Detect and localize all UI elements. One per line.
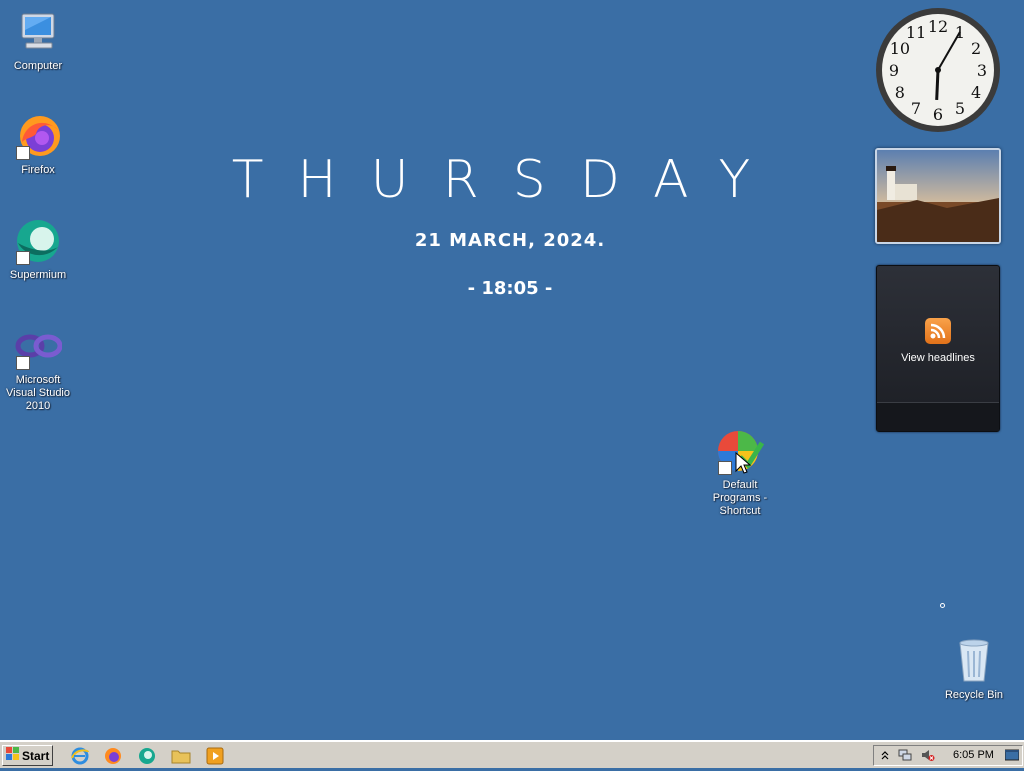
- default-programs-icon: [716, 427, 765, 475]
- desktop-icon-label: Computer: [13, 60, 63, 72]
- desktop-icon-label: Firefox: [21, 164, 55, 176]
- rss-icon: [925, 318, 951, 344]
- folder-icon[interactable]: [171, 746, 191, 766]
- feed-headlines-gadget[interactable]: View headlines: [876, 265, 1000, 432]
- clock-numeral: 3: [977, 61, 987, 80]
- slideshow-gadget[interactable]: [875, 148, 1001, 244]
- clock-numeral: 4: [971, 83, 981, 102]
- feed-footer: [877, 402, 999, 431]
- shortcut-arrow-icon: [16, 146, 30, 160]
- time-text: - 18:05 -: [467, 278, 553, 299]
- day-of-week-text: THURSDAY: [231, 150, 785, 210]
- desktop-icon-label: Recycle Bin: [944, 689, 1004, 701]
- clock-numeral: 9: [889, 61, 899, 80]
- shortcut-arrow-icon: [718, 461, 732, 475]
- show-desktop-icon[interactable]: [1004, 748, 1020, 762]
- network-icon[interactable]: [898, 748, 912, 762]
- start-label: Start: [22, 748, 50, 763]
- desktop-icon-computer[interactable]: Computer: [0, 8, 76, 73]
- desktop-icon-label: Supermium: [9, 269, 67, 281]
- desktop-icon-visual-studio[interactable]: Microsoft Visual Studio 2010: [0, 322, 76, 413]
- media-player-icon[interactable]: [205, 746, 225, 766]
- taskbar: Start 6:05 PM: [0, 740, 1024, 768]
- computer-icon: [14, 8, 62, 56]
- desktop-icon-default-programs[interactable]: Default Programs - Shortcut: [702, 427, 778, 518]
- volume-muted-icon[interactable]: [921, 748, 935, 762]
- clock-numeral: 5: [955, 99, 965, 118]
- desktop-icon-recycle-bin[interactable]: Recycle Bin: [936, 637, 1012, 702]
- clock-gadget[interactable]: 121234567891011: [874, 6, 1002, 134]
- clock-numeral: 2: [971, 39, 981, 58]
- clock-numeral: 6: [933, 105, 943, 124]
- desktop-icon-supermium[interactable]: Supermium: [0, 217, 76, 282]
- visual-studio-icon: [14, 322, 63, 370]
- firefox-icon[interactable]: [103, 746, 123, 766]
- show-hidden-icons-icon[interactable]: [878, 748, 892, 762]
- date-text: 21 MARCH, 2024.: [414, 230, 606, 251]
- clock-numeral: 8: [895, 83, 905, 102]
- desktop-dot: [940, 603, 945, 608]
- supermium-icon[interactable]: [137, 746, 157, 766]
- desktop-icon-label: Microsoft Visual Studio 2010: [5, 374, 70, 412]
- shortcut-arrow-icon: [16, 356, 30, 370]
- internet-explorer-icon[interactable]: [70, 746, 90, 766]
- clock-numeral: 11: [906, 23, 926, 42]
- shortcut-arrow-icon: [16, 251, 30, 265]
- lighthouse-photo: [877, 150, 999, 242]
- clock-numeral: 7: [911, 99, 921, 118]
- system-tray: 6:05 PM: [873, 745, 1023, 766]
- start-button[interactable]: Start: [2, 745, 53, 766]
- view-headlines-link[interactable]: View headlines: [877, 352, 999, 364]
- firefox-icon: [14, 112, 62, 160]
- clock-numeral: 12: [928, 17, 948, 36]
- recycle-bin-icon: [950, 637, 998, 685]
- supermium-icon: [14, 217, 62, 265]
- desktop-icon-firefox[interactable]: Firefox: [0, 112, 76, 177]
- tray-clock[interactable]: 6:05 PM: [953, 749, 994, 761]
- desktop-icon-label: Default Programs - Shortcut: [712, 479, 768, 517]
- windows-logo-icon: [6, 747, 20, 764]
